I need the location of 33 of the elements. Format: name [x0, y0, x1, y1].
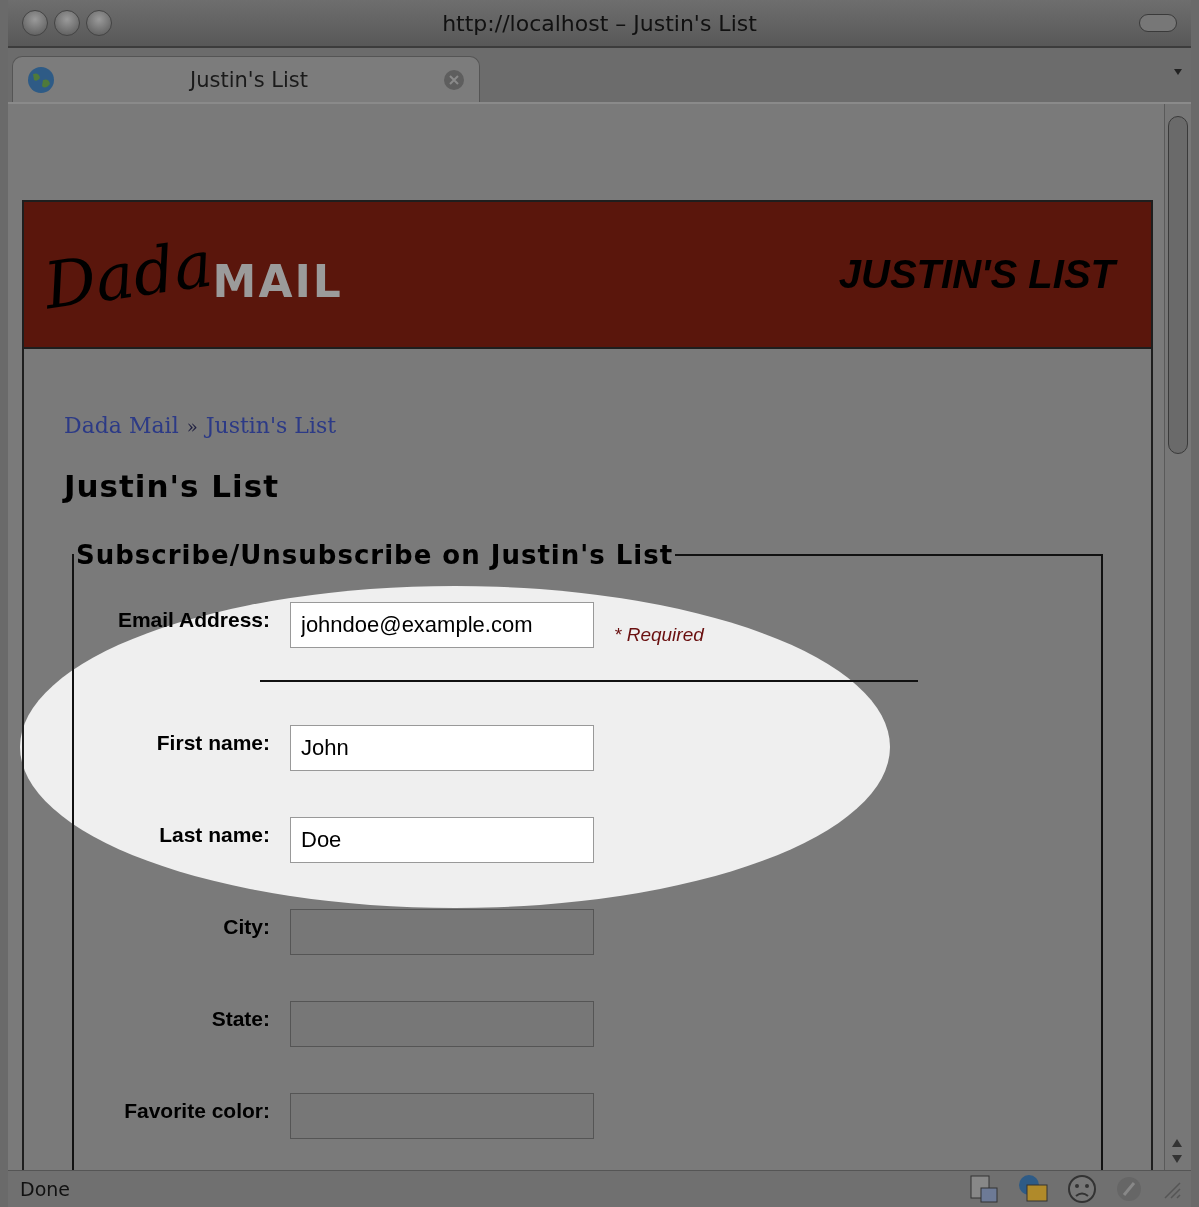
- text-field[interactable]: [290, 1001, 594, 1047]
- scroll-up-icon[interactable]: [1170, 1138, 1184, 1148]
- text-field[interactable]: [290, 909, 594, 955]
- sad-face-icon[interactable]: [1067, 1174, 1097, 1204]
- text-field[interactable]: johndoe@example.com: [290, 602, 594, 648]
- scrollbar[interactable]: [1164, 104, 1191, 1170]
- field-label: State:: [210, 1006, 270, 1031]
- folder-globe-icon[interactable]: [1017, 1173, 1049, 1205]
- text-field[interactable]: Doe: [290, 817, 594, 863]
- text-field[interactable]: [290, 1093, 594, 1139]
- field-label: Favorite color:: [123, 1098, 270, 1123]
- text-field[interactable]: John: [290, 725, 594, 771]
- window-control-icon[interactable]: [22, 10, 48, 36]
- dropdown-arrow-icon[interactable]: [1173, 68, 1183, 76]
- scroll-down-icon[interactable]: [1170, 1154, 1184, 1164]
- field-label: Email Address:: [116, 607, 270, 632]
- scroll-thumb[interactable]: [1168, 116, 1188, 454]
- field-label: First name:: [155, 730, 270, 755]
- breadcrumb-separator: »: [186, 416, 198, 437]
- document-icon[interactable]: [969, 1174, 999, 1204]
- window-control-icon[interactable]: [54, 10, 80, 36]
- toolbar-toggle-icon[interactable]: [1139, 14, 1177, 32]
- field-label: Last name:: [158, 822, 270, 847]
- status-text: Done: [20, 1178, 71, 1200]
- browser-tab[interactable]: Justin's List: [12, 56, 480, 102]
- fieldset-legend: Subscribe/Unsubscribe on Justin's List: [74, 540, 676, 570]
- close-icon[interactable]: [443, 68, 465, 91]
- page-heading: Justin's List: [64, 468, 280, 504]
- window-title: http://localhost – Justin's List: [442, 10, 757, 36]
- globe-icon: [27, 65, 55, 94]
- window-control-icon[interactable]: [86, 10, 112, 36]
- field-label: City:: [222, 914, 270, 939]
- required-note: * Required: [614, 623, 706, 646]
